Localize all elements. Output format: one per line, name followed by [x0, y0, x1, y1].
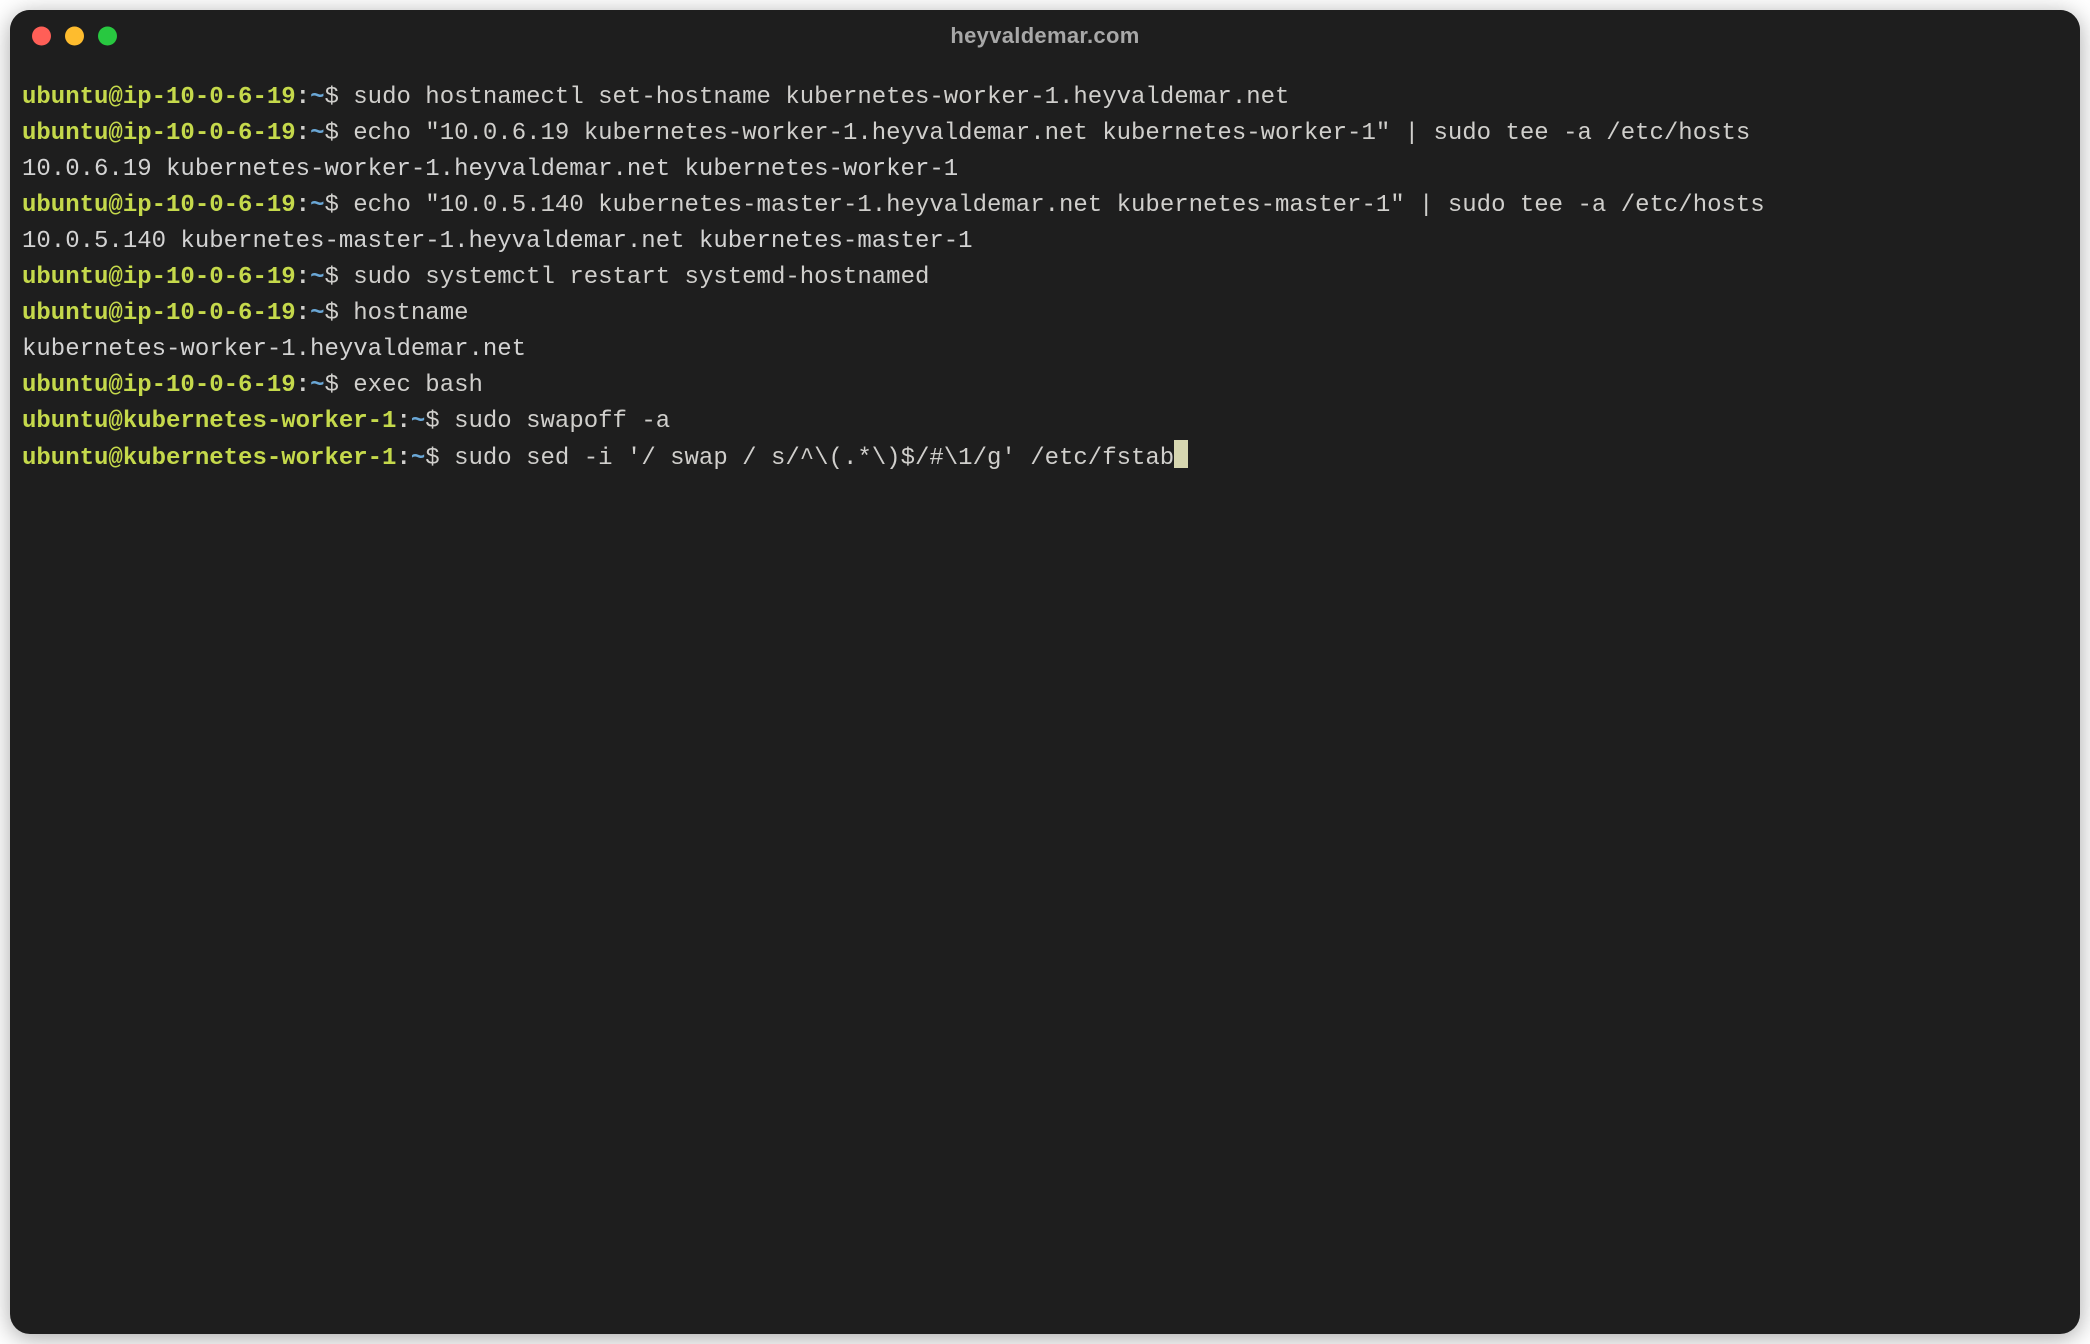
prompt-colon: : [396, 445, 410, 472]
prompt-colon: : [296, 372, 310, 399]
prompt-dollar: $ [425, 408, 439, 435]
cursor [1174, 440, 1188, 468]
prompt-colon: : [296, 264, 310, 291]
prompt-user-host: ubuntu@ip-10-0-6-19 [22, 120, 296, 147]
prompt-user-host: ubuntu@ip-10-0-6-19 [22, 372, 296, 399]
prompt-dollar: $ [324, 120, 338, 147]
prompt-path: ~ [310, 192, 324, 219]
prompt-colon: : [396, 408, 410, 435]
titlebar: heyvaldemar.com [10, 10, 2080, 62]
terminal-body[interactable]: ubuntu@ip-10-0-6-19:~$ sudo hostnamectl … [10, 62, 2080, 1334]
command-text: sudo swapoff -a [454, 408, 670, 435]
command-text: echo "10.0.5.140 kubernetes-master-1.hey… [353, 192, 1764, 219]
prompt-path: ~ [310, 372, 324, 399]
zoom-button[interactable] [98, 27, 117, 46]
command-text: sudo systemctl restart systemd-hostnamed [353, 264, 929, 291]
command-text: hostname [353, 300, 468, 327]
terminal-window: heyvaldemar.com ubuntu@ip-10-0-6-19:~$ s… [10, 10, 2080, 1334]
close-button[interactable] [32, 27, 51, 46]
prompt-dollar: $ [324, 84, 338, 111]
prompt-user-host: ubuntu@kubernetes-worker-1 [22, 445, 396, 472]
minimize-button[interactable] [65, 27, 84, 46]
prompt-dollar: $ [324, 300, 338, 327]
prompt-user-host: ubuntu@ip-10-0-6-19 [22, 300, 296, 327]
prompt-dollar: $ [425, 445, 439, 472]
prompt-user-host: ubuntu@ip-10-0-6-19 [22, 192, 296, 219]
command-text: sudo sed -i '/ swap / s/^\(.*\)$/#\1/g' … [454, 445, 1174, 472]
prompt-dollar: $ [324, 372, 338, 399]
traffic-lights [32, 27, 117, 46]
prompt-path: ~ [411, 408, 425, 435]
prompt-path: ~ [310, 300, 324, 327]
prompt-user-host: ubuntu@ip-10-0-6-19 [22, 84, 296, 111]
command-text: exec bash [353, 372, 483, 399]
window-title: heyvaldemar.com [950, 23, 1139, 49]
command-text: sudo hostnamectl set-hostname kubernetes… [353, 84, 1289, 111]
prompt-dollar: $ [324, 264, 338, 291]
prompt-dollar: $ [324, 192, 338, 219]
prompt-path: ~ [310, 264, 324, 291]
prompt-user-host: ubuntu@ip-10-0-6-19 [22, 264, 296, 291]
prompt-colon: : [296, 84, 310, 111]
prompt-path: ~ [310, 120, 324, 147]
prompt-colon: : [296, 192, 310, 219]
output-line: kubernetes-worker-1.heyvaldemar.net [22, 336, 526, 363]
prompt-path: ~ [310, 84, 324, 111]
prompt-colon: : [296, 120, 310, 147]
prompt-user-host: ubuntu@kubernetes-worker-1 [22, 408, 396, 435]
prompt-colon: : [296, 300, 310, 327]
output-line: 10.0.5.140 kubernetes-master-1.heyvaldem… [22, 228, 973, 255]
command-text: echo "10.0.6.19 kubernetes-worker-1.heyv… [353, 120, 1750, 147]
output-line: 10.0.6.19 kubernetes-worker-1.heyvaldema… [22, 156, 958, 183]
prompt-path: ~ [411, 445, 425, 472]
